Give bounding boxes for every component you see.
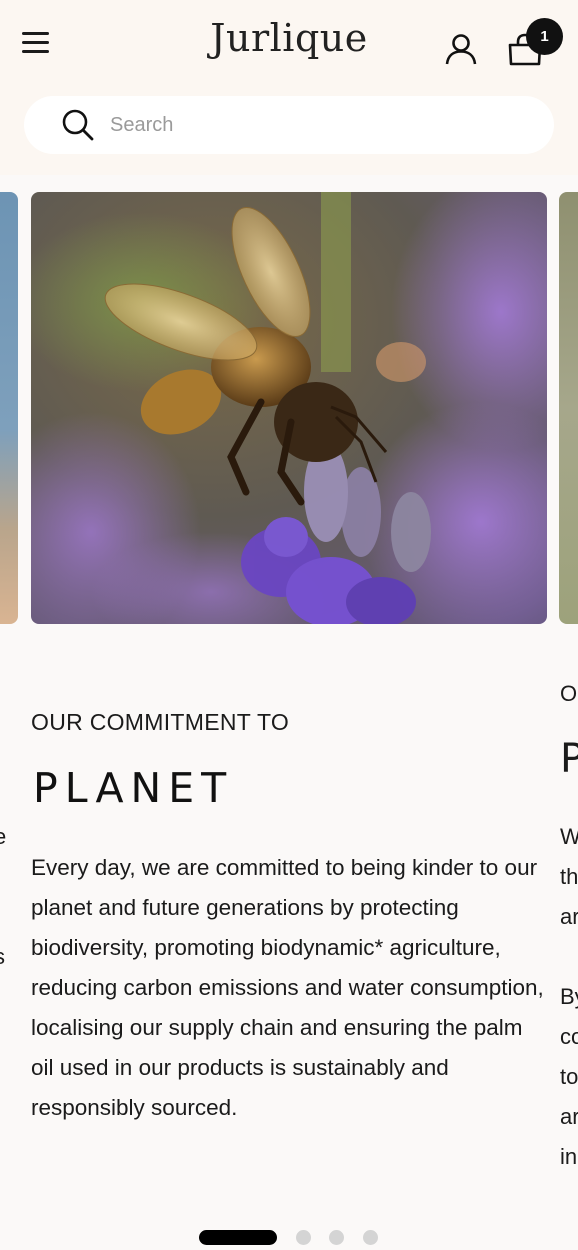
previous-slide-image[interactable] xyxy=(0,192,18,624)
next-slide-eyebrow: O xyxy=(560,681,578,706)
user-icon[interactable] xyxy=(444,32,478,66)
next-slide-line: co xyxy=(560,1024,578,1049)
header: Jurlique 1 xyxy=(0,0,578,175)
search-icon[interactable] xyxy=(60,107,96,143)
carousel-pagination xyxy=(0,1228,578,1248)
prev-slide-line: e xyxy=(0,824,7,849)
next-slide-line: to xyxy=(560,1064,578,1089)
next-slide-line: ar xyxy=(560,1104,578,1129)
pagination-dot[interactable] xyxy=(363,1230,378,1245)
slide-body-text: Every day, we are committed to being kin… xyxy=(31,855,544,1120)
next-slide-line: By xyxy=(560,984,578,1009)
pagination-dot[interactable] xyxy=(329,1230,344,1245)
slide-eyebrow: OUR COMMITMENT TO xyxy=(31,709,290,735)
brand-logo[interactable]: Jurlique xyxy=(0,16,578,60)
next-slide-heading: P xyxy=(560,736,578,782)
next-slide-line: in xyxy=(560,1144,578,1169)
slide-heading: PLANET xyxy=(33,764,234,812)
cart-count-badge[interactable]: 1 xyxy=(526,18,563,55)
search-bar[interactable] xyxy=(24,96,554,154)
hero-image-bee-on-lavender xyxy=(31,192,547,624)
pagination-dot-active[interactable] xyxy=(199,1230,277,1245)
next-slide-line: th xyxy=(560,864,578,889)
next-slide-line: ar xyxy=(560,904,578,929)
prev-slide-line: s xyxy=(0,944,5,970)
pagination-dot[interactable] xyxy=(296,1230,311,1245)
next-slide-line: W xyxy=(560,824,578,849)
next-slide-image[interactable] xyxy=(559,192,578,624)
search-input[interactable] xyxy=(108,112,492,138)
